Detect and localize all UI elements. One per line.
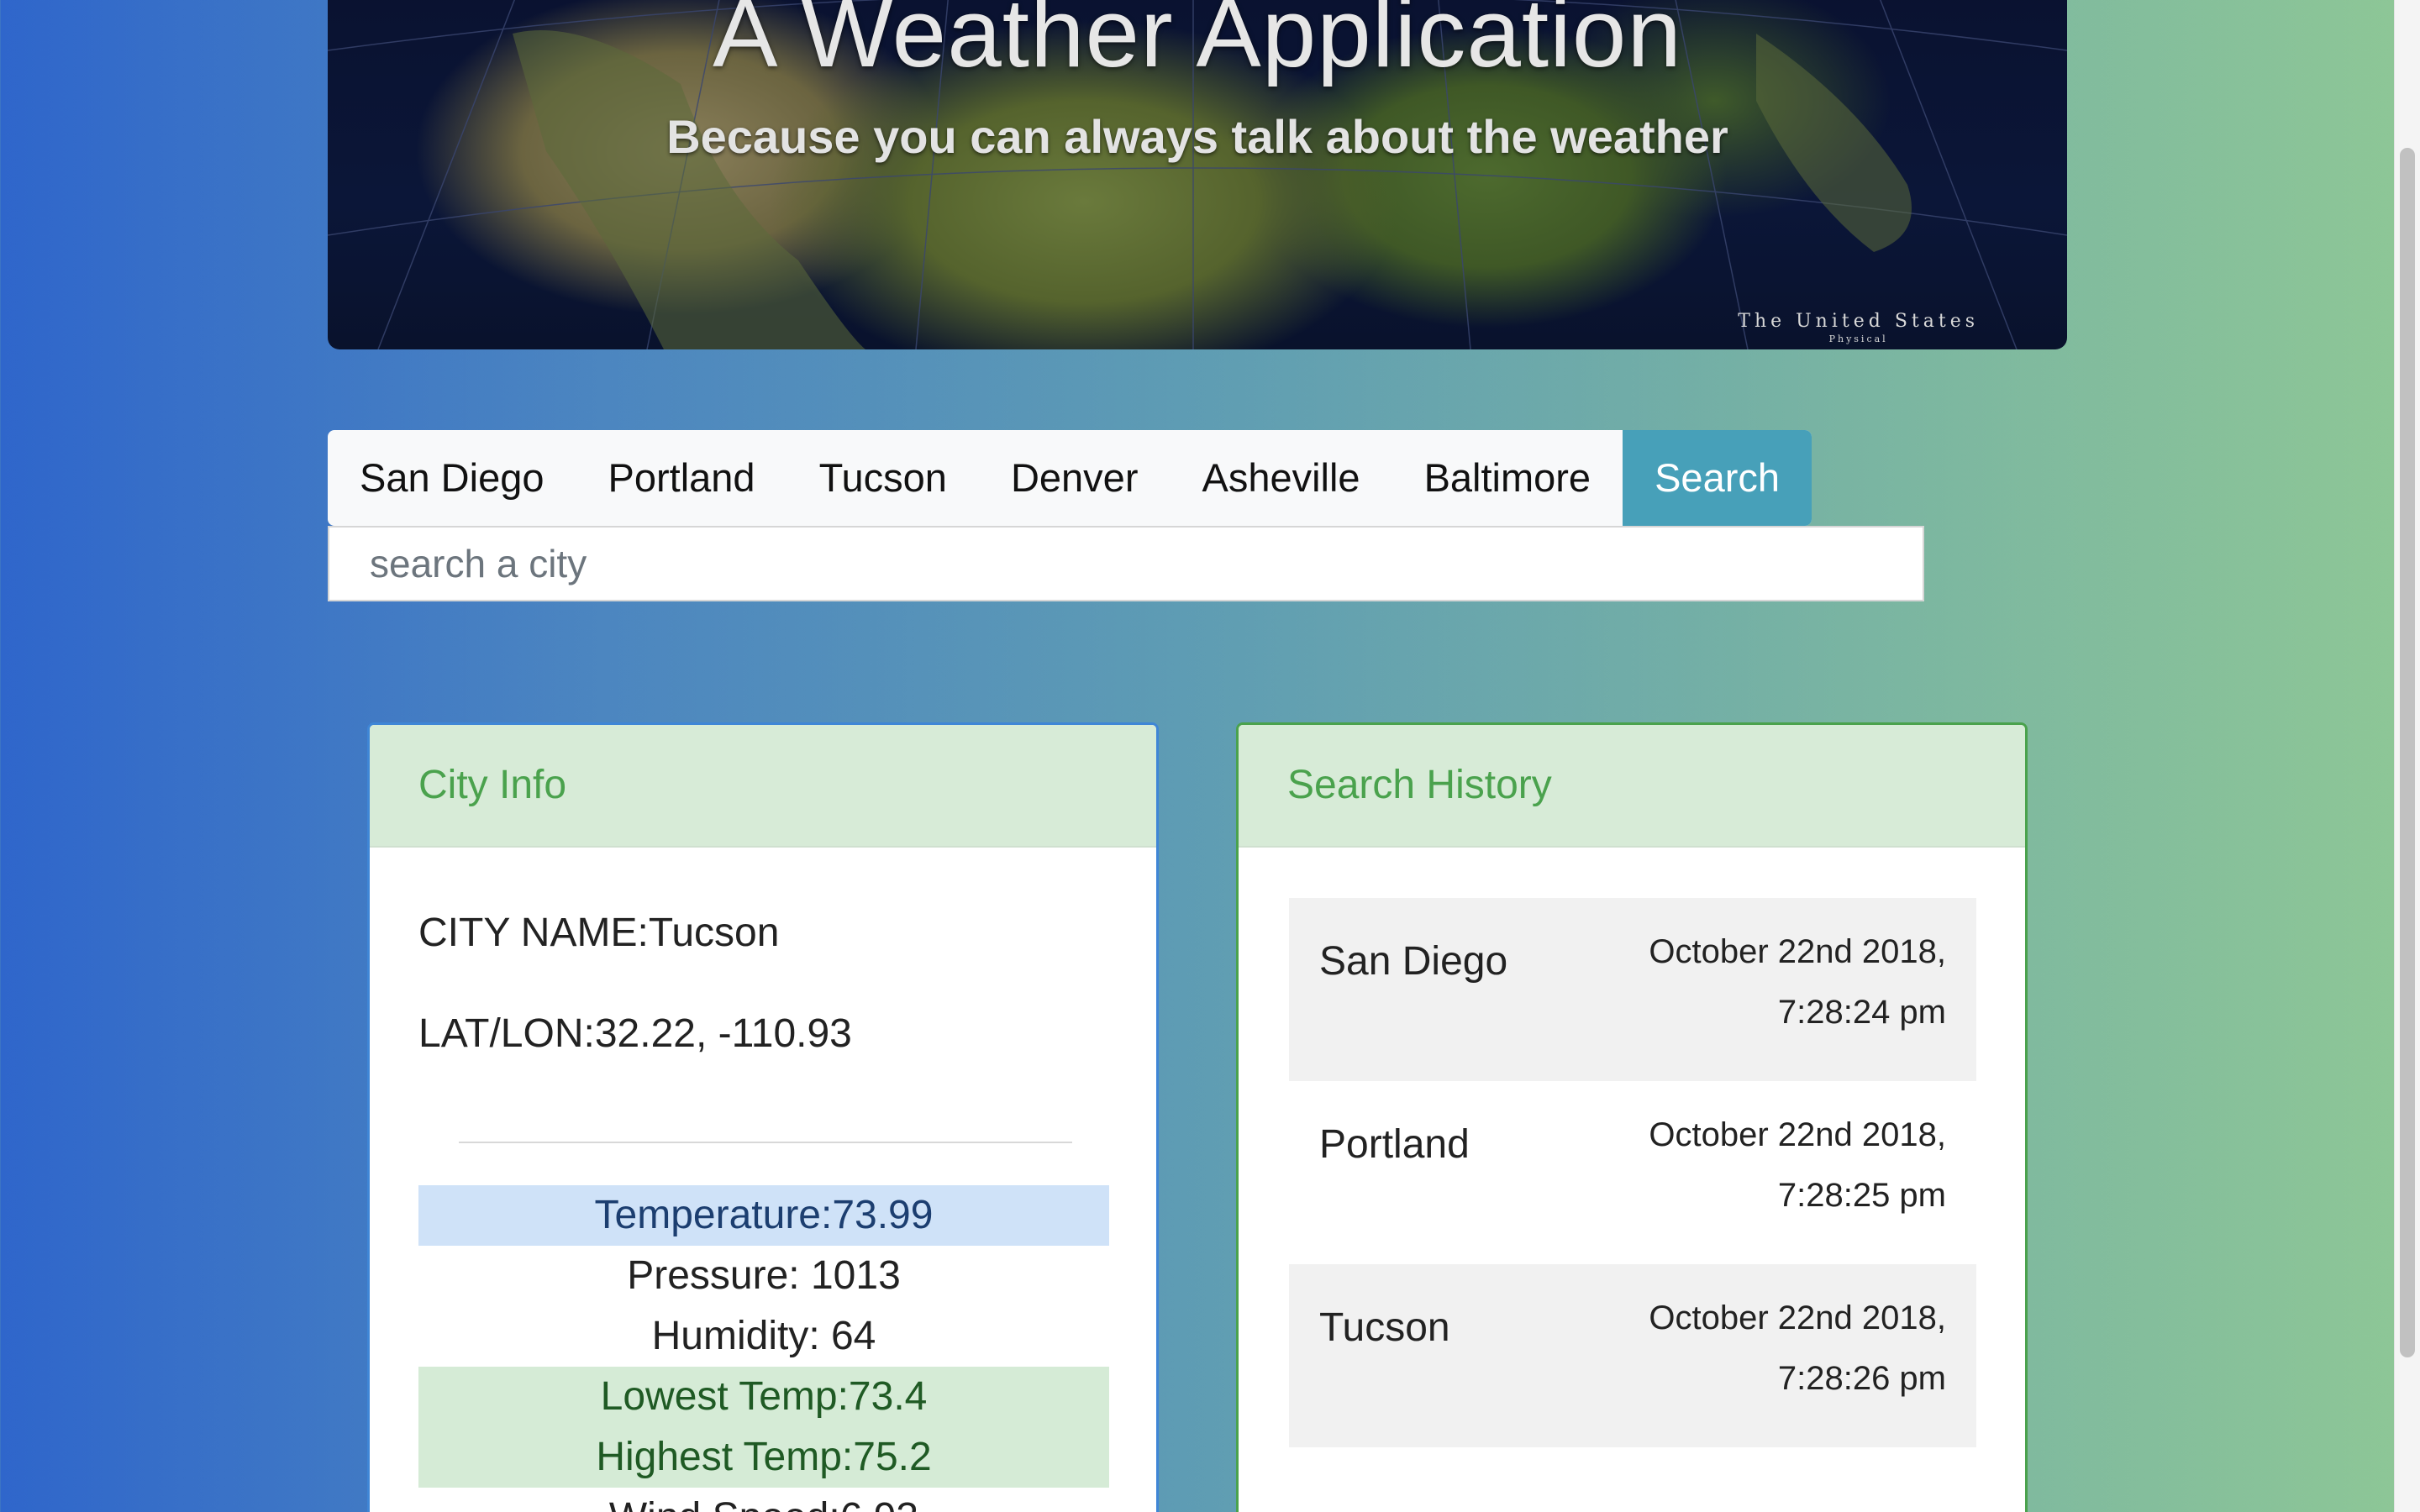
history-item[interactable]: San Diego October 22nd 2018, 7:28:24 pm [1289, 898, 1976, 1081]
history-time: 7:28:26 pm [1777, 1360, 1946, 1397]
nav-city-tucson[interactable]: Tucson [787, 430, 979, 526]
search-history-card: Search History San Diego October 22nd 20… [1236, 722, 2028, 1512]
nav-city-baltimore[interactable]: Baltimore [1392, 430, 1623, 526]
temperature: Temperature:73.99 [418, 1185, 1109, 1246]
history-time: 7:28:25 pm [1777, 1177, 1946, 1214]
history-timestamp: October 22nd 2018, 7:28:26 pm [1576, 1288, 1946, 1409]
history-date: October 22nd 2018, [1649, 1116, 1946, 1153]
app-subtitle: Because you can always talk about the we… [666, 110, 1728, 163]
nav-city-portland[interactable]: Portland [576, 430, 787, 526]
search-button[interactable]: Search [1623, 430, 1812, 526]
search-history-header: Search History [1239, 725, 2025, 848]
wind-speed: Wind Speed:6.93 [418, 1488, 1109, 1512]
app-title: A Weather Application [713, 0, 1682, 87]
lowest-temp: Lowest Temp:73.4 [418, 1367, 1109, 1427]
nav-city-denver[interactable]: Denver [979, 430, 1171, 526]
history-item[interactable]: Tucson October 22nd 2018, 7:28:26 pm [1289, 1264, 1976, 1447]
nav-city-san-diego[interactable]: San Diego [328, 430, 576, 526]
history-city: Portland [1319, 1122, 1470, 1167]
nav-city-asheville[interactable]: Asheville [1170, 430, 1392, 526]
history-date: October 22nd 2018, [1649, 933, 1946, 970]
history-timestamp: October 22nd 2018, 7:28:25 pm [1576, 1105, 1946, 1226]
hero-banner: A Weather Application Because you can al… [328, 0, 2067, 349]
city-info-card: City Info CITY NAME:Tucson LAT/LON:32.22… [367, 722, 1159, 1512]
map-caption-subtitle: Physical [1828, 333, 1888, 344]
highest-temp: Highest Temp:75.2 [418, 1427, 1109, 1488]
weather-stats: Temperature:73.99 Pressure: 1013 Humidit… [418, 1185, 1109, 1512]
map-caption: The United States Physical [1738, 311, 1979, 344]
history-timestamp: October 22nd 2018, 7:28:24 pm [1576, 921, 1946, 1042]
map-caption-title: The United States [1738, 311, 1979, 332]
history-time: 7:28:24 pm [1777, 994, 1946, 1031]
history-date: October 22nd 2018, [1649, 1299, 1946, 1336]
history-city: Tucson [1319, 1305, 1450, 1350]
humidity: Humidity: 64 [651, 1314, 876, 1358]
city-name: CITY NAME:Tucson [418, 911, 780, 955]
pressure: Pressure: 1013 [627, 1253, 901, 1298]
history-city: San Diego [1319, 939, 1508, 984]
city-nav: San Diego Portland Tucson Denver Ashevil… [328, 430, 1812, 526]
search-input[interactable] [328, 526, 1924, 601]
city-info-header: City Info [370, 725, 1156, 848]
lat-lon: LAT/LON:32.22, -110.93 [418, 1011, 852, 1056]
divider [459, 1142, 1072, 1143]
history-list: San Diego October 22nd 2018, 7:28:24 pm … [1289, 898, 1976, 1447]
scrollbar-thumb[interactable] [2400, 148, 2415, 1357]
scrollbar[interactable] [2394, 0, 2420, 1512]
history-item[interactable]: Portland October 22nd 2018, 7:28:25 pm [1289, 1081, 1976, 1264]
